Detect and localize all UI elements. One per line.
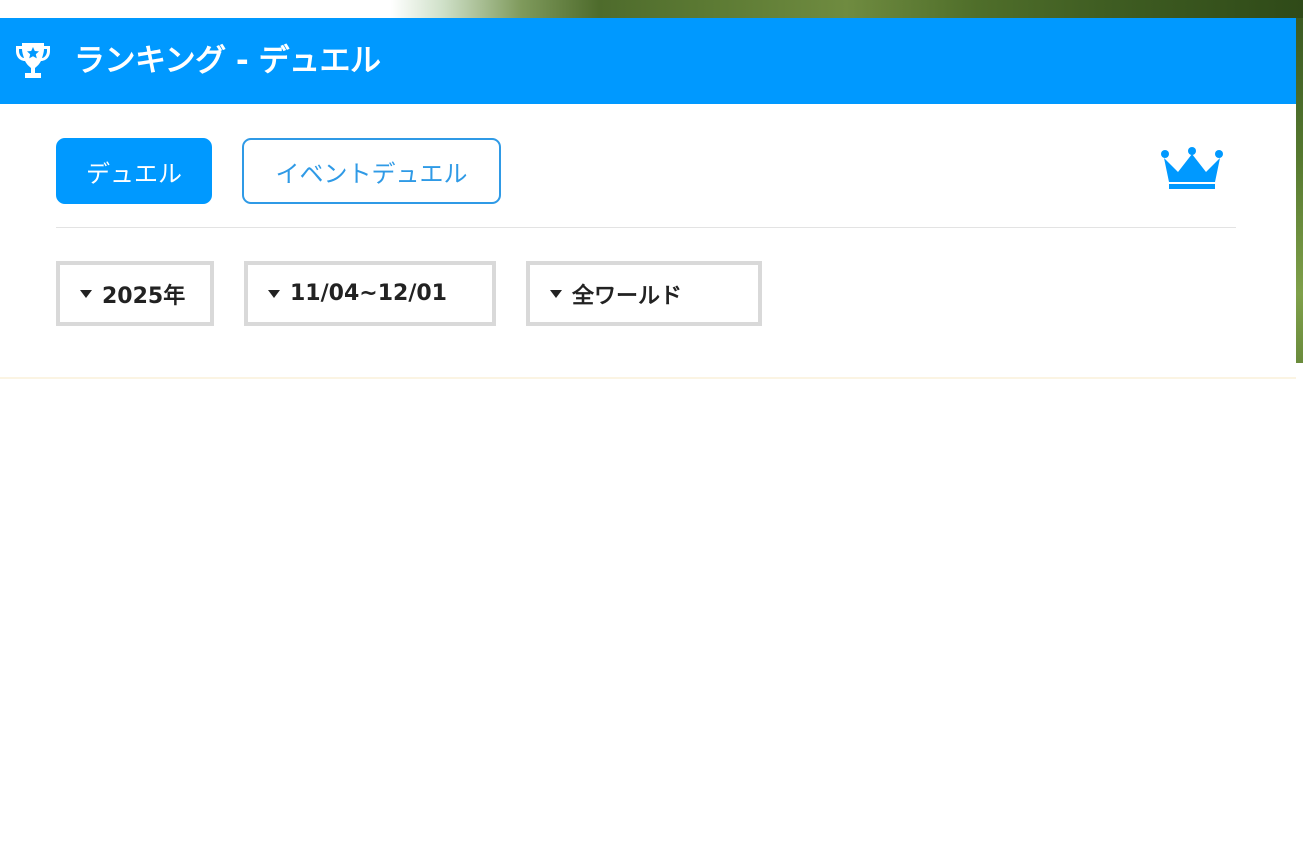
year-select-value: 2025年 [102, 283, 186, 309]
caret-down-icon [80, 289, 92, 298]
world-select[interactable]: 全ワールド [526, 261, 762, 326]
divider [56, 227, 1236, 228]
tab-event-duel[interactable]: イベントデュエル [242, 138, 501, 204]
trophy-icon [16, 43, 50, 78]
period-select[interactable]: 11/04~12/01 [244, 261, 496, 326]
caret-down-icon [550, 289, 562, 298]
world-select-value: 全ワールド [572, 283, 683, 309]
panel-bottom-border [0, 377, 1296, 379]
background-scenery-edge [1296, 18, 1303, 363]
year-select[interactable]: 2025年 [56, 261, 214, 326]
period-select-value: 11/04~12/01 [290, 281, 447, 306]
tab-duel[interactable]: デュエル [56, 138, 212, 204]
panel-header: ランキング - デュエル [0, 18, 1296, 104]
page-title: ランキング - デュエル [74, 43, 381, 79]
crown-icon[interactable] [1160, 146, 1224, 190]
caret-down-icon [268, 289, 280, 298]
background-scenery [0, 0, 1303, 18]
ranking-panel: ランキング - デュエル デュエル イベントデュエル 2025年 11/04~1… [0, 18, 1296, 379]
